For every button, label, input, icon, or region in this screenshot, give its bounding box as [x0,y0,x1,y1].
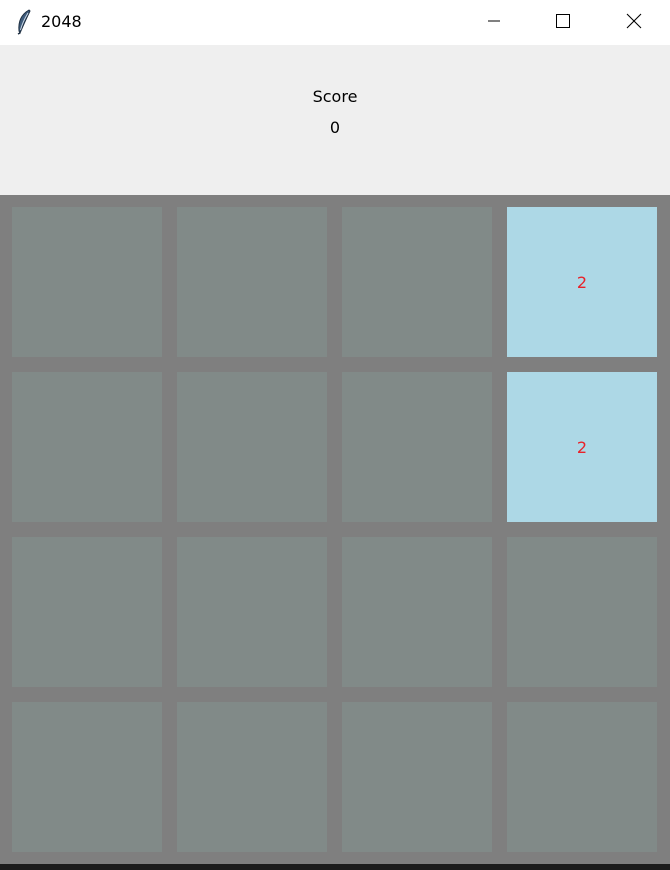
board-tile [342,207,492,357]
board-tile [177,537,327,687]
window-title: 2048 [41,12,82,31]
taskbar-edge [0,864,670,870]
close-icon [626,13,642,33]
maximize-icon [556,13,570,32]
title-bar[interactable]: 2048 [0,0,670,45]
board-tile [12,372,162,522]
game-board[interactable]: 2 2 [0,195,670,864]
board-tile [342,702,492,852]
board-tile [507,702,657,852]
board-tile [177,207,327,357]
app-window: 2048 Score 0 2 2 [0,0,670,864]
maximize-button[interactable] [528,0,598,45]
board-tile [177,372,327,522]
board-tile-value: 2 [507,372,657,522]
score-label: Score [312,87,358,106]
minimize-button[interactable] [459,0,529,45]
minimize-icon [487,13,501,32]
feather-icon [14,9,34,35]
board-tile [12,702,162,852]
board-tile [342,537,492,687]
board-tile [12,207,162,357]
board-tile [507,537,657,687]
score-panel: Score 0 [0,45,670,195]
board-tile [177,702,327,852]
score-value: 0 [329,118,341,137]
board-tile [12,537,162,687]
close-button[interactable] [599,0,669,45]
board-tile-value: 2 [507,207,657,357]
board-tile [342,372,492,522]
